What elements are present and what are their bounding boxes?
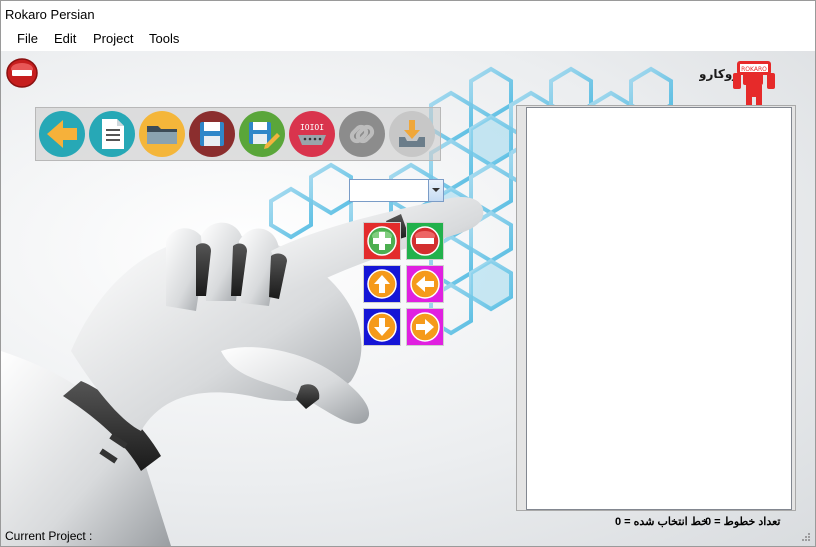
chevron-down-icon[interactable]: [428, 180, 443, 201]
move-right-button[interactable]: [406, 308, 444, 346]
chain-link-icon: [339, 111, 385, 157]
arrow-up-icon: [367, 269, 397, 299]
document-icon: [89, 111, 135, 157]
save-as-button[interactable]: [239, 111, 285, 157]
plus-icon: [367, 226, 397, 256]
svg-text:ROKARO: ROKARO: [741, 66, 767, 73]
folder-icon: [139, 111, 185, 157]
move-left-button[interactable]: [406, 265, 444, 303]
download-button[interactable]: [389, 111, 435, 157]
move-up-button[interactable]: [363, 265, 401, 303]
download-tray-icon: [389, 111, 435, 157]
menu-bar: File Edit Project Tools: [1, 27, 815, 51]
window-title: Rokaro Persian: [5, 7, 95, 22]
port-select[interactable]: [349, 179, 444, 202]
selected-line-label: خط انتخاب شده = 0: [615, 516, 709, 528]
floppy-disk-icon: [189, 111, 235, 157]
new-file-button[interactable]: [89, 111, 135, 157]
current-project-label: Current Project :: [5, 529, 93, 543]
main-toolbar: IOIOI: [35, 107, 441, 161]
arrow-left-icon: [39, 111, 85, 157]
minus-icon: [410, 226, 440, 256]
menu-project[interactable]: Project: [93, 31, 133, 46]
arrow-down-icon: [367, 312, 397, 342]
menu-file[interactable]: File: [17, 31, 38, 46]
arrow-left-icon: [410, 269, 440, 299]
menu-tools[interactable]: Tools: [149, 31, 179, 46]
exit-icon[interactable]: [6, 58, 38, 88]
line-count-label: تعداد خطوط = 0: [705, 516, 781, 528]
serial-port-button[interactable]: IOIOI: [289, 111, 335, 157]
arrow-right-icon: [410, 312, 440, 342]
save-button[interactable]: [189, 111, 235, 157]
resize-grip-icon[interactable]: [801, 532, 811, 542]
back-button[interactable]: [39, 111, 85, 157]
code-list[interactable]: [526, 107, 792, 510]
add-line-button[interactable]: [363, 222, 401, 260]
serial-port-icon: IOIOI: [289, 111, 335, 157]
remove-line-button[interactable]: [406, 222, 444, 260]
link-button[interactable]: [339, 111, 385, 157]
title-bar[interactable]: Rokaro Persian: [1, 1, 815, 27]
open-folder-button[interactable]: [139, 111, 185, 157]
svg-text:IOIOI: IOIOI: [300, 123, 324, 132]
menu-edit[interactable]: Edit: [54, 31, 76, 46]
rokaro-logo: روکارو ROKARO: [699, 61, 775, 107]
move-down-button[interactable]: [363, 308, 401, 346]
floppy-edit-icon: [239, 111, 285, 157]
workspace: روکارو ROKARO IOIOI تعداد خطوط = 0 خط ان…: [1, 51, 815, 546]
main-window: Rokaro Persian File Edit Project Tools ر…: [0, 0, 816, 547]
